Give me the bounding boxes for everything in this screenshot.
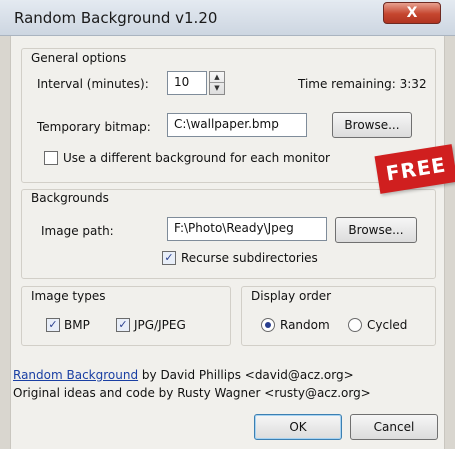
temporary-bitmap-label: Temporary bitmap: xyxy=(37,120,151,134)
jpg-label: JPG/JPEG xyxy=(134,318,186,332)
random-label: Random xyxy=(280,318,330,332)
credits-author: by David Phillips <david@acz.org> xyxy=(138,368,354,382)
cycled-radio[interactable] xyxy=(348,318,362,332)
image-path-label: Image path: xyxy=(41,224,114,238)
interval-label: Interval (minutes): xyxy=(37,77,149,91)
bmp-checkbox[interactable]: ✓ xyxy=(46,318,60,332)
backgrounds-label: Backgrounds xyxy=(31,191,109,205)
window-title: Random Background v1.20 xyxy=(14,9,218,27)
time-remaining: Time remaining: 3:32 xyxy=(298,77,427,91)
image-path-browse-button[interactable]: Browse... xyxy=(335,217,417,243)
display-order-label: Display order xyxy=(251,289,332,303)
interval-spinner[interactable]: ▲ ▼ xyxy=(209,71,225,95)
bitmap-browse-button[interactable]: Browse... xyxy=(332,112,412,138)
cancel-button[interactable]: Cancel xyxy=(350,414,438,440)
multi-monitor-checkbox[interactable] xyxy=(44,151,58,165)
interval-field[interactable]: 10 xyxy=(167,71,207,95)
ok-button[interactable]: OK xyxy=(254,414,342,440)
temporary-bitmap-field[interactable]: C:\wallpaper.bmp xyxy=(167,113,307,137)
image-path-field[interactable]: F:\Photo\Ready\Jpeg xyxy=(167,217,327,241)
general-options-label: General options xyxy=(31,51,127,65)
recurse-subdirectories-label: Recurse subdirectories xyxy=(181,251,318,265)
dialog-body: General options Interval (minutes): 10 ▲… xyxy=(10,36,445,449)
cycled-label: Cycled xyxy=(367,318,408,332)
close-button[interactable]: X xyxy=(383,2,441,24)
multi-monitor-label: Use a different background for each moni… xyxy=(63,151,330,165)
jpg-checkbox[interactable]: ✓ xyxy=(116,318,130,332)
random-radio[interactable] xyxy=(261,318,275,332)
bmp-label: BMP xyxy=(64,318,90,332)
credits-line-1: Random Background by David Phillips <dav… xyxy=(13,368,354,382)
close-icon: X xyxy=(406,5,418,21)
title-bar: Random Background v1.20 X xyxy=(0,0,455,36)
spin-down-icon[interactable]: ▼ xyxy=(210,83,224,94)
image-types-label: Image types xyxy=(31,289,106,303)
spin-up-icon[interactable]: ▲ xyxy=(210,72,224,83)
recurse-subdirectories-checkbox[interactable]: ✓ xyxy=(162,251,176,265)
random-background-link[interactable]: Random Background xyxy=(13,368,138,382)
credits-line-2: Original ideas and code by Rusty Wagner … xyxy=(13,386,371,400)
